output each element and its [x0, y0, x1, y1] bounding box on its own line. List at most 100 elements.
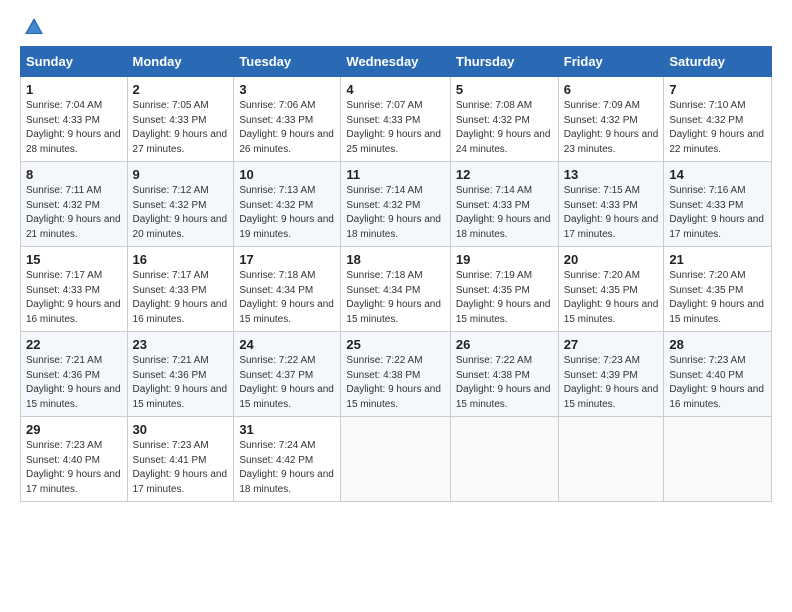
day-info: Sunrise: 7:18 AMSunset: 4:34 PMDaylight:…	[346, 270, 441, 325]
calendar-cell: 2 Sunrise: 7:05 AMSunset: 4:33 PMDayligh…	[127, 77, 234, 162]
calendar-col-header: Friday	[558, 47, 664, 77]
calendar-table: SundayMondayTuesdayWednesdayThursdayFrid…	[20, 46, 772, 502]
calendar-cell	[558, 417, 664, 502]
calendar-cell: 1 Sunrise: 7:04 AMSunset: 4:33 PMDayligh…	[21, 77, 128, 162]
calendar-cell: 29 Sunrise: 7:23 AMSunset: 4:40 PMDaylig…	[21, 417, 128, 502]
day-number: 22	[26, 337, 122, 352]
day-info: Sunrise: 7:14 AMSunset: 4:32 PMDaylight:…	[346, 185, 441, 240]
day-number: 12	[456, 167, 553, 182]
day-info: Sunrise: 7:15 AMSunset: 4:33 PMDaylight:…	[564, 185, 659, 240]
calendar-cell: 28 Sunrise: 7:23 AMSunset: 4:40 PMDaylig…	[664, 332, 772, 417]
calendar-cell: 22 Sunrise: 7:21 AMSunset: 4:36 PMDaylig…	[21, 332, 128, 417]
calendar-col-header: Tuesday	[234, 47, 341, 77]
day-info: Sunrise: 7:13 AMSunset: 4:32 PMDaylight:…	[239, 185, 334, 240]
calendar-cell: 8 Sunrise: 7:11 AMSunset: 4:32 PMDayligh…	[21, 162, 128, 247]
day-number: 26	[456, 337, 553, 352]
day-info: Sunrise: 7:23 AMSunset: 4:40 PMDaylight:…	[26, 440, 121, 495]
calendar-cell: 7 Sunrise: 7:10 AMSunset: 4:32 PMDayligh…	[664, 77, 772, 162]
calendar-cell: 6 Sunrise: 7:09 AMSunset: 4:32 PMDayligh…	[558, 77, 664, 162]
calendar-cell: 27 Sunrise: 7:23 AMSunset: 4:39 PMDaylig…	[558, 332, 664, 417]
day-info: Sunrise: 7:23 AMSunset: 4:40 PMDaylight:…	[669, 355, 764, 410]
calendar-cell: 9 Sunrise: 7:12 AMSunset: 4:32 PMDayligh…	[127, 162, 234, 247]
calendar-cell	[664, 417, 772, 502]
calendar-week-row: 1 Sunrise: 7:04 AMSunset: 4:33 PMDayligh…	[21, 77, 772, 162]
calendar-cell: 24 Sunrise: 7:22 AMSunset: 4:37 PMDaylig…	[234, 332, 341, 417]
day-info: Sunrise: 7:11 AMSunset: 4:32 PMDaylight:…	[26, 185, 121, 240]
day-info: Sunrise: 7:07 AMSunset: 4:33 PMDaylight:…	[346, 100, 441, 155]
calendar-cell: 31 Sunrise: 7:24 AMSunset: 4:42 PMDaylig…	[234, 417, 341, 502]
calendar-cell: 26 Sunrise: 7:22 AMSunset: 4:38 PMDaylig…	[450, 332, 558, 417]
day-number: 27	[564, 337, 659, 352]
calendar-cell: 21 Sunrise: 7:20 AMSunset: 4:35 PMDaylig…	[664, 247, 772, 332]
day-number: 15	[26, 252, 122, 267]
day-number: 2	[133, 82, 229, 97]
day-info: Sunrise: 7:16 AMSunset: 4:33 PMDaylight:…	[669, 185, 764, 240]
day-number: 13	[564, 167, 659, 182]
day-number: 6	[564, 82, 659, 97]
calendar-cell: 13 Sunrise: 7:15 AMSunset: 4:33 PMDaylig…	[558, 162, 664, 247]
calendar-cell: 20 Sunrise: 7:20 AMSunset: 4:35 PMDaylig…	[558, 247, 664, 332]
day-info: Sunrise: 7:17 AMSunset: 4:33 PMDaylight:…	[133, 270, 228, 325]
day-info: Sunrise: 7:20 AMSunset: 4:35 PMDaylight:…	[564, 270, 659, 325]
logo	[20, 18, 45, 38]
day-info: Sunrise: 7:12 AMSunset: 4:32 PMDaylight:…	[133, 185, 228, 240]
day-number: 30	[133, 422, 229, 437]
day-info: Sunrise: 7:04 AMSunset: 4:33 PMDaylight:…	[26, 100, 121, 155]
calendar-col-header: Wednesday	[341, 47, 450, 77]
header	[20, 18, 772, 38]
calendar-week-row: 8 Sunrise: 7:11 AMSunset: 4:32 PMDayligh…	[21, 162, 772, 247]
day-info: Sunrise: 7:05 AMSunset: 4:33 PMDaylight:…	[133, 100, 228, 155]
calendar-week-row: 15 Sunrise: 7:17 AMSunset: 4:33 PMDaylig…	[21, 247, 772, 332]
calendar-cell: 15 Sunrise: 7:17 AMSunset: 4:33 PMDaylig…	[21, 247, 128, 332]
day-info: Sunrise: 7:23 AMSunset: 4:41 PMDaylight:…	[133, 440, 228, 495]
calendar-col-header: Monday	[127, 47, 234, 77]
calendar-cell: 12 Sunrise: 7:14 AMSunset: 4:33 PMDaylig…	[450, 162, 558, 247]
calendar-col-header: Thursday	[450, 47, 558, 77]
calendar-col-header: Sunday	[21, 47, 128, 77]
day-info: Sunrise: 7:20 AMSunset: 4:35 PMDaylight:…	[669, 270, 764, 325]
calendar-cell: 25 Sunrise: 7:22 AMSunset: 4:38 PMDaylig…	[341, 332, 450, 417]
day-number: 19	[456, 252, 553, 267]
calendar-cell: 10 Sunrise: 7:13 AMSunset: 4:32 PMDaylig…	[234, 162, 341, 247]
day-number: 4	[346, 82, 444, 97]
day-number: 21	[669, 252, 766, 267]
day-info: Sunrise: 7:06 AMSunset: 4:33 PMDaylight:…	[239, 100, 334, 155]
day-number: 16	[133, 252, 229, 267]
calendar-cell: 11 Sunrise: 7:14 AMSunset: 4:32 PMDaylig…	[341, 162, 450, 247]
day-number: 8	[26, 167, 122, 182]
calendar-cell: 30 Sunrise: 7:23 AMSunset: 4:41 PMDaylig…	[127, 417, 234, 502]
day-number: 31	[239, 422, 335, 437]
day-number: 20	[564, 252, 659, 267]
day-number: 24	[239, 337, 335, 352]
calendar-week-row: 22 Sunrise: 7:21 AMSunset: 4:36 PMDaylig…	[21, 332, 772, 417]
day-number: 23	[133, 337, 229, 352]
day-info: Sunrise: 7:22 AMSunset: 4:37 PMDaylight:…	[239, 355, 334, 410]
day-info: Sunrise: 7:08 AMSunset: 4:32 PMDaylight:…	[456, 100, 551, 155]
calendar-cell: 23 Sunrise: 7:21 AMSunset: 4:36 PMDaylig…	[127, 332, 234, 417]
day-info: Sunrise: 7:21 AMSunset: 4:36 PMDaylight:…	[133, 355, 228, 410]
page: SundayMondayTuesdayWednesdayThursdayFrid…	[0, 0, 792, 612]
day-info: Sunrise: 7:17 AMSunset: 4:33 PMDaylight:…	[26, 270, 121, 325]
day-info: Sunrise: 7:18 AMSunset: 4:34 PMDaylight:…	[239, 270, 334, 325]
day-info: Sunrise: 7:10 AMSunset: 4:32 PMDaylight:…	[669, 100, 764, 155]
day-number: 7	[669, 82, 766, 97]
calendar-cell: 18 Sunrise: 7:18 AMSunset: 4:34 PMDaylig…	[341, 247, 450, 332]
day-number: 18	[346, 252, 444, 267]
calendar-cell	[341, 417, 450, 502]
calendar-cell: 3 Sunrise: 7:06 AMSunset: 4:33 PMDayligh…	[234, 77, 341, 162]
day-info: Sunrise: 7:21 AMSunset: 4:36 PMDaylight:…	[26, 355, 121, 410]
calendar-week-row: 29 Sunrise: 7:23 AMSunset: 4:40 PMDaylig…	[21, 417, 772, 502]
day-number: 10	[239, 167, 335, 182]
logo-icon	[23, 16, 45, 38]
calendar-cell: 16 Sunrise: 7:17 AMSunset: 4:33 PMDaylig…	[127, 247, 234, 332]
calendar-header-row: SundayMondayTuesdayWednesdayThursdayFrid…	[21, 47, 772, 77]
day-number: 14	[669, 167, 766, 182]
day-number: 3	[239, 82, 335, 97]
calendar-cell: 19 Sunrise: 7:19 AMSunset: 4:35 PMDaylig…	[450, 247, 558, 332]
day-info: Sunrise: 7:09 AMSunset: 4:32 PMDaylight:…	[564, 100, 659, 155]
day-number: 1	[26, 82, 122, 97]
day-info: Sunrise: 7:22 AMSunset: 4:38 PMDaylight:…	[456, 355, 551, 410]
day-number: 17	[239, 252, 335, 267]
calendar-cell: 4 Sunrise: 7:07 AMSunset: 4:33 PMDayligh…	[341, 77, 450, 162]
day-info: Sunrise: 7:24 AMSunset: 4:42 PMDaylight:…	[239, 440, 334, 495]
